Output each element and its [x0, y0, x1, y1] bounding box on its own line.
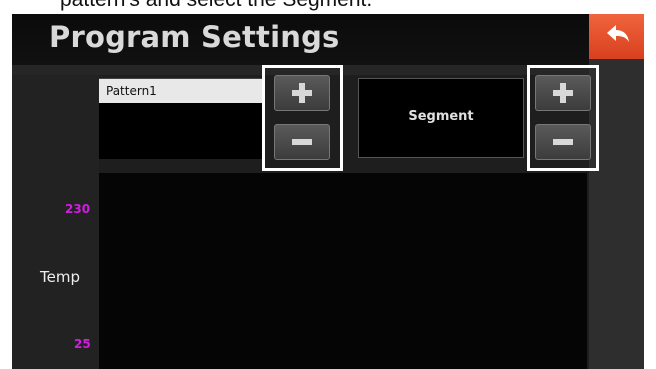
y-tick-top: 230 — [65, 202, 91, 216]
segment-display[interactable]: Segment — [358, 78, 524, 158]
y-axis-label: Temp — [40, 268, 80, 286]
program-settings-screen: Program Settings Pattern1 Segment 230 Te… — [12, 14, 644, 369]
add-segment-button[interactable] — [535, 75, 591, 111]
caption-text: pattern's and select the Segment. — [60, 0, 372, 12]
plus-icon — [553, 83, 573, 103]
minus-icon — [553, 139, 573, 145]
plus-icon — [292, 83, 312, 103]
segment-label: Segment — [408, 109, 474, 124]
remove-pattern-button[interactable] — [274, 124, 330, 160]
temperature-chart-area[interactable] — [99, 173, 587, 369]
add-pattern-button[interactable] — [274, 75, 330, 111]
pattern-list-item-selected[interactable]: Pattern1 — [99, 79, 264, 103]
y-tick-bottom: 25 — [74, 337, 91, 351]
remove-segment-button[interactable] — [535, 124, 591, 160]
left-column — [12, 75, 99, 369]
back-arrow-icon — [607, 25, 629, 42]
page-title: Program Settings — [49, 20, 340, 54]
title-bar: Program Settings — [12, 14, 644, 65]
minus-icon — [292, 139, 312, 145]
back-button[interactable] — [589, 14, 644, 61]
pattern-list[interactable]: Pattern1 — [99, 78, 264, 159]
